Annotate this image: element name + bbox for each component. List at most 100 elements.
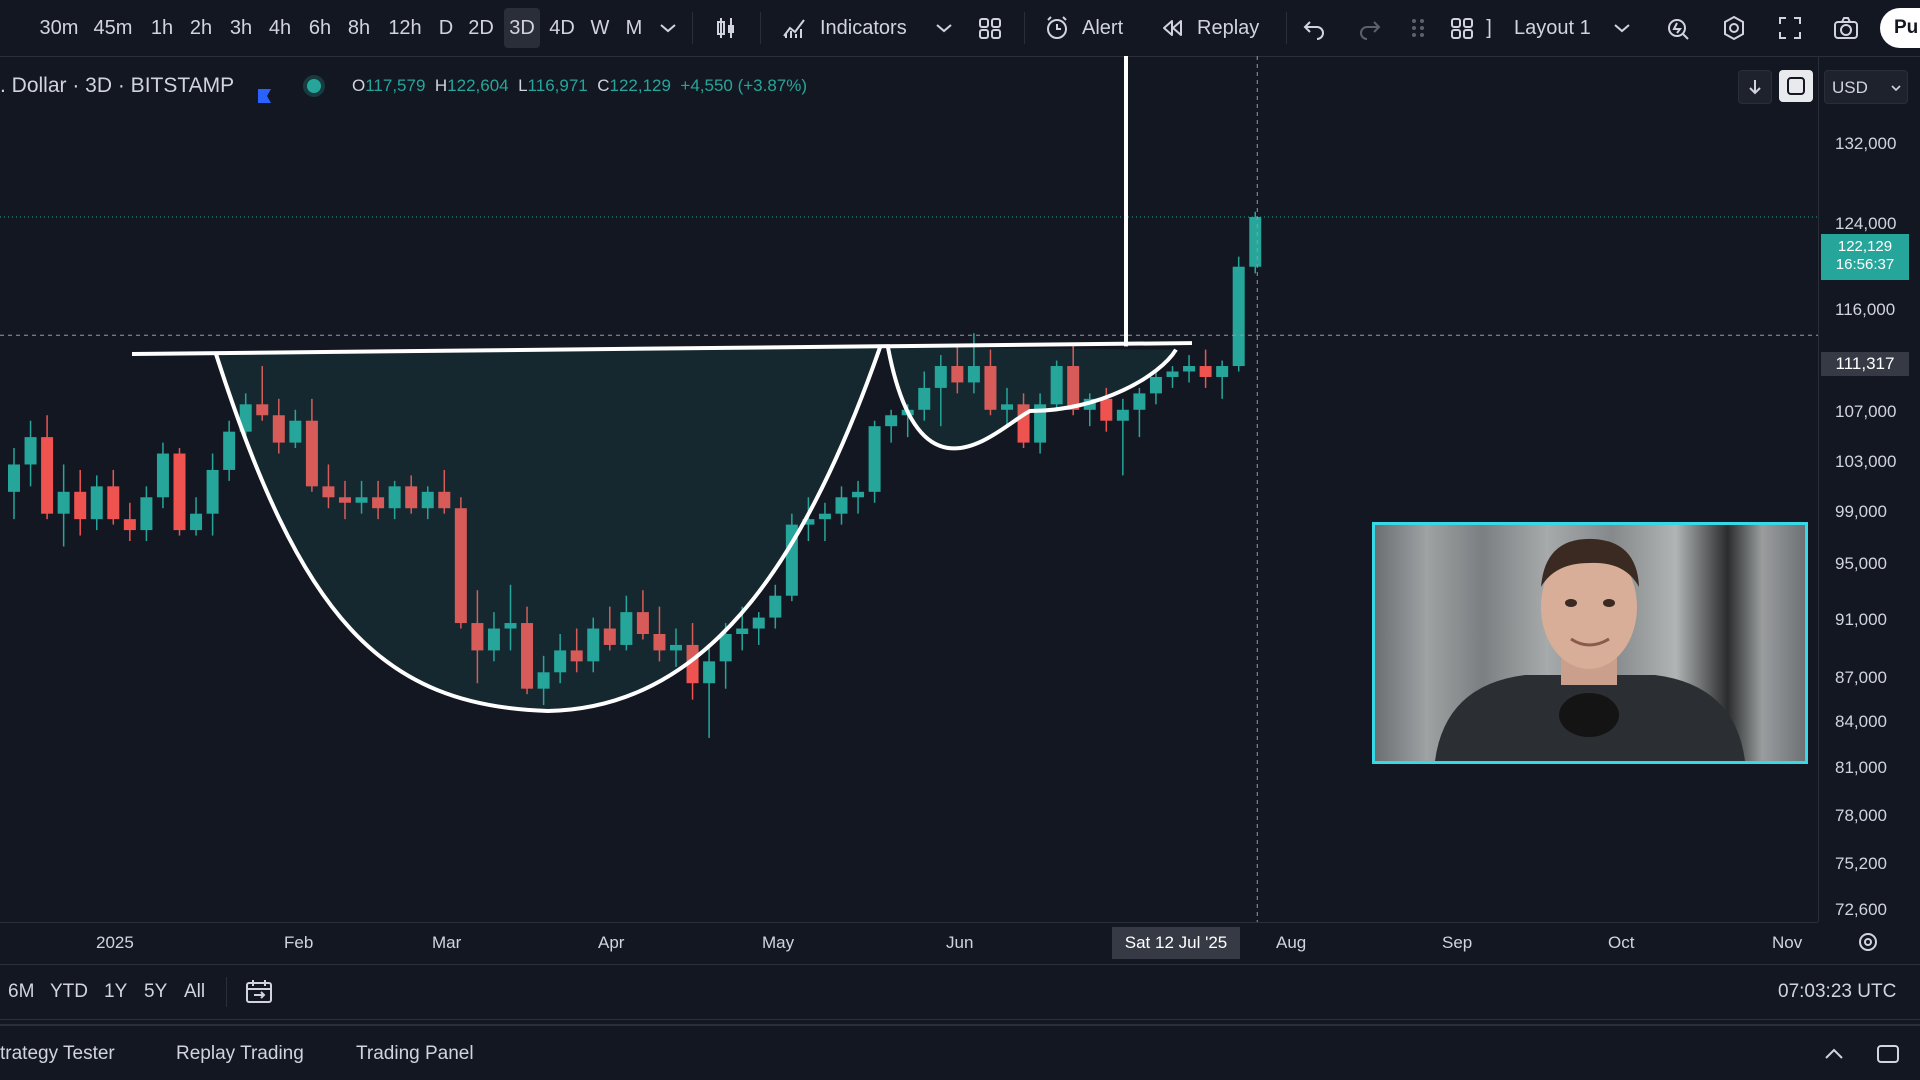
candlestick-type-icon[interactable] (712, 14, 740, 42)
timeframe-m[interactable]: M (622, 0, 646, 56)
go-to-date-calendar-icon[interactable] (244, 978, 274, 1006)
candle-body (156, 453, 169, 498)
time-tick: 2025 (96, 933, 134, 952)
price-axis[interactable]: 132,000 124,000 116,000 107,000 103,000 … (1818, 56, 1920, 922)
candle-body (818, 513, 831, 520)
crosshair-price-label: 111,317 (1821, 352, 1909, 376)
timeframe-2h[interactable]: 2h (187, 0, 215, 56)
range-6m[interactable]: 6M (8, 965, 34, 1019)
redo-icon[interactable] (1356, 14, 1384, 42)
candle-body (74, 491, 87, 520)
candle-body (8, 464, 20, 492)
range-1y[interactable]: 1Y (104, 965, 127, 1019)
timeframe-3d[interactable]: 3D (504, 8, 540, 48)
timeframe-12h[interactable]: 12h (385, 0, 425, 56)
undo-icon[interactable] (1300, 14, 1328, 42)
price-tick: 95,000 (1835, 554, 1887, 573)
timeframe-1h[interactable]: 1h (148, 0, 176, 56)
tab-strategy-tester[interactable]: trategy Tester (0, 1026, 115, 1080)
candle-body (24, 437, 37, 465)
candle-body (1183, 366, 1196, 372)
scroll-to-latest-icon[interactable] (1738, 70, 1772, 104)
settings-gear-icon[interactable] (1720, 14, 1748, 42)
time-axis[interactable]: 2025 Feb Mar Apr May Jun Aug Sep Oct Nov… (0, 922, 1818, 965)
fullscreen-icon[interactable] (1776, 14, 1804, 42)
replay-button[interactable]: Replay (1197, 0, 1263, 56)
time-tick: Mar (432, 933, 462, 952)
timeframe-dropdown-chevron-icon[interactable] (654, 14, 676, 42)
timeframe-30m[interactable]: 30m (38, 0, 80, 56)
price-change: +4,550 (+3.87%) (680, 76, 808, 95)
candle-body (1149, 376, 1162, 394)
candle-body (852, 491, 865, 498)
layout-chevron-icon[interactable] (1608, 14, 1630, 42)
auto-scale-icon[interactable] (1779, 70, 1813, 102)
timeframe-3h[interactable]: 3h (227, 0, 255, 56)
time-tick: Feb (284, 933, 314, 952)
timeframe-d[interactable]: D (436, 0, 456, 56)
candle-body (835, 497, 848, 514)
camera-snapshot-icon[interactable] (1832, 14, 1860, 42)
price-tick: 132,000 (1835, 134, 1897, 153)
maximize-panel-icon[interactable] (1874, 1040, 1902, 1068)
alert-button[interactable]: Alert (1082, 0, 1132, 56)
timeframe-8h[interactable]: 8h (345, 0, 373, 56)
tab-trading-panel[interactable]: Trading Panel (356, 1026, 474, 1080)
market-status-dot (307, 79, 321, 93)
quick-search-icon[interactable] (1664, 14, 1692, 42)
bar-countdown: 16:56:37 (1835, 256, 1895, 273)
candle-body (1116, 409, 1129, 421)
price-tick: 107,000 (1835, 402, 1897, 421)
price-tick: 91,000 (1835, 610, 1887, 629)
timeframe-45m[interactable]: 45m (90, 0, 136, 56)
candle-body (90, 486, 103, 520)
handle-fill (888, 347, 1176, 449)
time-tick: Nov (1772, 933, 1803, 952)
axis-settings-gear-icon[interactable] (1856, 930, 1880, 954)
candle-body (719, 634, 732, 662)
indicators-chevron-icon[interactable] (930, 14, 952, 42)
price-tick: 78,000 (1835, 806, 1887, 825)
timeframe-6h[interactable]: 6h (306, 0, 334, 56)
timeframe-4h[interactable]: 4h (266, 0, 294, 56)
candle-body (173, 453, 186, 531)
timeframe-2d[interactable]: 2D (466, 0, 496, 56)
timeframe-w[interactable]: W (588, 0, 612, 56)
candle-body (703, 661, 716, 684)
range-5y[interactable]: 5Y (144, 965, 167, 1019)
alert-clock-icon[interactable] (1043, 14, 1071, 42)
crosshair-date-label: Sat 12 Jul '25 (1112, 927, 1240, 959)
range-ytd[interactable]: YTD (50, 965, 88, 1019)
symbol-name[interactable]: . Dollar · 3D · BITSTAMP (0, 66, 234, 106)
ohlc-values: O117,579 H122,604 L116,971 C122,129 +4,5… (352, 76, 808, 95)
price-tick: 103,000 (1835, 452, 1897, 471)
indicators-icon[interactable] (780, 14, 808, 42)
candle-body (140, 497, 153, 531)
range-all[interactable]: All (184, 965, 205, 1019)
price-chart[interactable] (0, 56, 1818, 922)
current-price-value: 122,129 (1837, 238, 1893, 255)
candle-body (206, 469, 219, 514)
candle-body (1216, 366, 1229, 377)
replay-rewind-icon[interactable] (1158, 14, 1186, 42)
layout-selector[interactable]: Layout 1 (1514, 0, 1596, 56)
drag-handle-icon[interactable] (1404, 14, 1428, 42)
utc-clock[interactable]: 07:03:23 UTC (1778, 965, 1896, 1019)
presenter-video (1375, 525, 1805, 761)
timeframe-4d[interactable]: 4D (547, 0, 577, 56)
collapse-panel-chevron-up-icon[interactable] (1820, 1040, 1848, 1068)
time-tick: Apr (598, 933, 625, 952)
price-tick: 87,000 (1835, 668, 1887, 687)
flag-icon[interactable] (256, 78, 272, 103)
candle-body (1166, 371, 1179, 377)
time-tick: Sep (1442, 933, 1473, 952)
pattern-drawing (0, 56, 1818, 922)
trading-app: 30m 45m 1h 2h 3h 4h 6h 8h 12h D 2D 3D 4D… (0, 0, 1920, 1080)
publish-button[interactable]: Pu (1880, 8, 1920, 48)
layout-grid-icon[interactable] (1448, 14, 1476, 42)
templates-grid-icon[interactable] (976, 14, 1004, 42)
candle-body (769, 595, 782, 618)
bottom-panel: trategy Tester Replay Trading Trading Pa… (0, 1024, 1920, 1080)
indicators-button[interactable]: Indicators (820, 0, 916, 56)
tab-replay-trading[interactable]: Replay Trading (176, 1026, 304, 1080)
